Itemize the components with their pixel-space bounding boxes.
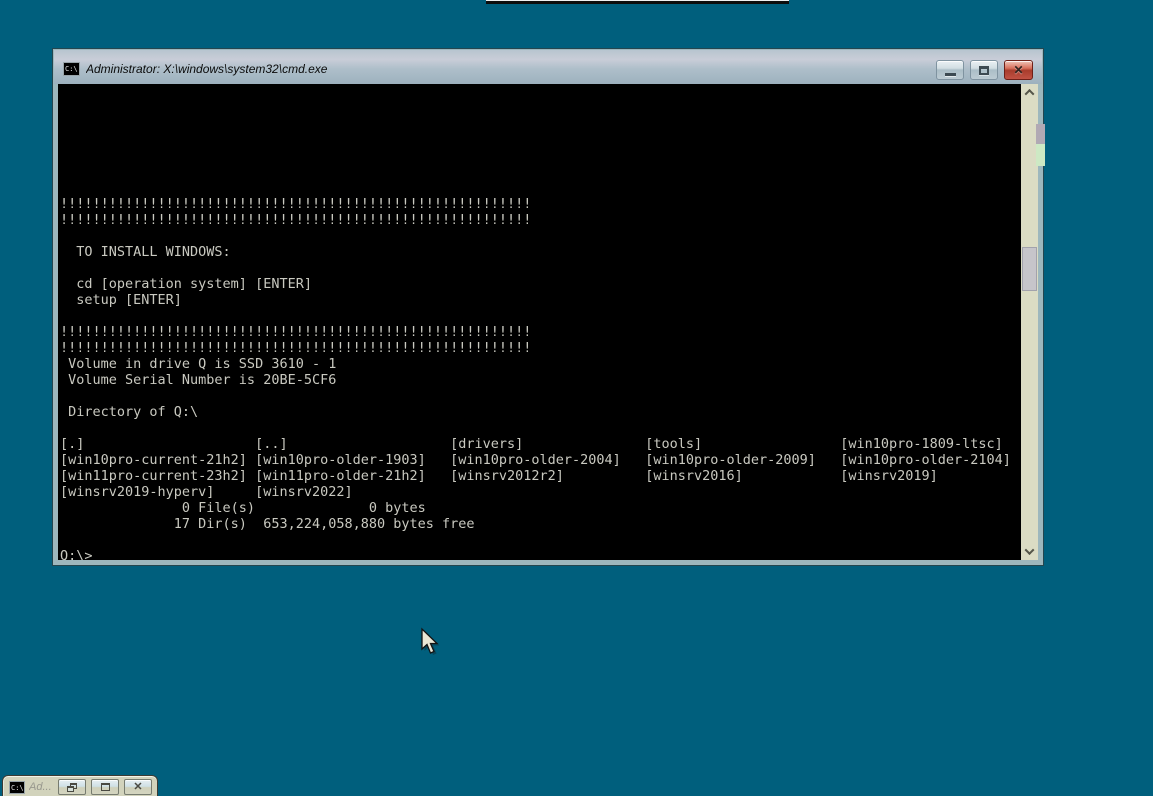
scroll-down-button[interactable] bbox=[1021, 544, 1038, 559]
terminal-line: Directory of Q:\ bbox=[60, 404, 1021, 420]
scrollbar[interactable] bbox=[1021, 84, 1038, 560]
terminal-line: !!!!!!!!!!!!!!!!!!!!!!!!!!!!!!!!!!!!!!!!… bbox=[60, 340, 1021, 356]
terminal-output[interactable]: !!!!!!!!!!!!!!!!!!!!!!!!!!!!!!!!!!!!!!!!… bbox=[58, 84, 1021, 560]
maximize-icon bbox=[979, 66, 989, 75]
scroll-up-button[interactable] bbox=[1021, 85, 1038, 100]
cmd-window: C:\ Administrator: X:\windows\system32\c… bbox=[52, 48, 1044, 566]
terminal-line bbox=[60, 164, 1021, 180]
restore-icon bbox=[67, 783, 77, 792]
minimize-button[interactable] bbox=[936, 60, 964, 80]
terminal-line: 0 File(s) 0 bytes bbox=[60, 500, 1021, 516]
terminal-content: !!!!!!!!!!!!!!!!!!!!!!!!!!!!!!!!!!!!!!!!… bbox=[58, 84, 1038, 560]
terminal-line: [winsrv2019-hyperv] [winsrv2022] bbox=[60, 484, 1021, 500]
terminal-line bbox=[60, 260, 1021, 276]
taskbar-item-label: Ad... bbox=[29, 781, 53, 793]
window-controls: ✕ bbox=[936, 60, 1033, 80]
taskbar-maximize-button[interactable] bbox=[91, 779, 119, 795]
terminal-line bbox=[60, 388, 1021, 404]
taskbar-close-button[interactable]: ✕ bbox=[124, 779, 152, 795]
mouse-cursor bbox=[418, 626, 444, 663]
taskbar-minimized-window[interactable]: C:\ Ad... ✕ bbox=[2, 775, 158, 796]
close-icon: ✕ bbox=[133, 782, 142, 793]
chevron-up-icon bbox=[1025, 89, 1035, 99]
maximize-icon bbox=[101, 783, 110, 791]
terminal-line: setup [ENTER] bbox=[60, 292, 1021, 308]
window-titlebar[interactable]: C:\ Administrator: X:\windows\system32\c… bbox=[54, 50, 1042, 84]
terminal-line: [win11pro-current-23h2] [win11pro-older-… bbox=[60, 468, 1021, 484]
cmd-icon: C:\ bbox=[9, 781, 25, 794]
maximize-button[interactable] bbox=[970, 60, 998, 80]
terminal-line bbox=[60, 132, 1021, 148]
terminal-line: Q:\> bbox=[60, 548, 1021, 560]
terminal-line: Volume Serial Number is 20BE-5CF6 bbox=[60, 372, 1021, 388]
close-button[interactable]: ✕ bbox=[1004, 60, 1033, 80]
terminal-line bbox=[60, 420, 1021, 436]
terminal-line bbox=[60, 308, 1021, 324]
chevron-down-icon bbox=[1025, 545, 1035, 555]
scrollbar-thumb[interactable] bbox=[1022, 247, 1037, 291]
terminal-line bbox=[60, 84, 1021, 100]
window-title: Administrator: X:\windows\system32\cmd.e… bbox=[86, 62, 327, 76]
terminal-line: TO INSTALL WINDOWS: bbox=[60, 244, 1021, 260]
terminal-line: cd [operation system] [ENTER] bbox=[60, 276, 1021, 292]
terminal-line: [.] [..] [drivers] [tools] [win10pro-180… bbox=[60, 436, 1021, 452]
terminal-line bbox=[60, 228, 1021, 244]
terminal-line: !!!!!!!!!!!!!!!!!!!!!!!!!!!!!!!!!!!!!!!!… bbox=[60, 196, 1021, 212]
taskbar-restore-button[interactable] bbox=[58, 779, 86, 795]
terminal-line: !!!!!!!!!!!!!!!!!!!!!!!!!!!!!!!!!!!!!!!!… bbox=[60, 212, 1021, 228]
terminal-line: 17 Dir(s) 653,224,058,880 bytes free bbox=[60, 516, 1021, 532]
offscreen-window-edge bbox=[486, 0, 789, 4]
minimize-icon bbox=[945, 73, 956, 76]
terminal-line bbox=[60, 532, 1021, 548]
terminal-line bbox=[60, 148, 1021, 164]
terminal-line: !!!!!!!!!!!!!!!!!!!!!!!!!!!!!!!!!!!!!!!!… bbox=[60, 324, 1021, 340]
close-icon: ✕ bbox=[1013, 64, 1023, 76]
terminal-line bbox=[60, 180, 1021, 196]
terminal-line bbox=[60, 100, 1021, 116]
border-artifact-2 bbox=[1036, 144, 1045, 166]
border-artifact-1 bbox=[1036, 124, 1045, 144]
terminal-line: Volume in drive Q is SSD 3610 - 1 bbox=[60, 356, 1021, 372]
terminal-line bbox=[60, 116, 1021, 132]
terminal-line: [win10pro-current-21h2] [win10pro-older-… bbox=[60, 452, 1021, 468]
cmd-icon: C:\ bbox=[63, 62, 80, 76]
